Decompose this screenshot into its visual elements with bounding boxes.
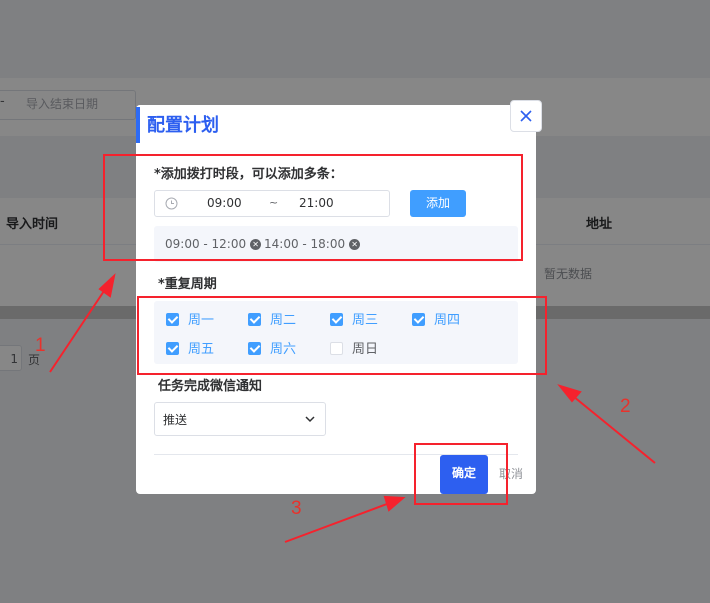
annotation-arrows xyxy=(49,273,656,543)
arrow-3-line xyxy=(284,500,396,543)
arrow-1-line xyxy=(49,281,111,373)
arrow-3-head xyxy=(383,495,406,512)
arrow-2-line xyxy=(567,391,656,464)
